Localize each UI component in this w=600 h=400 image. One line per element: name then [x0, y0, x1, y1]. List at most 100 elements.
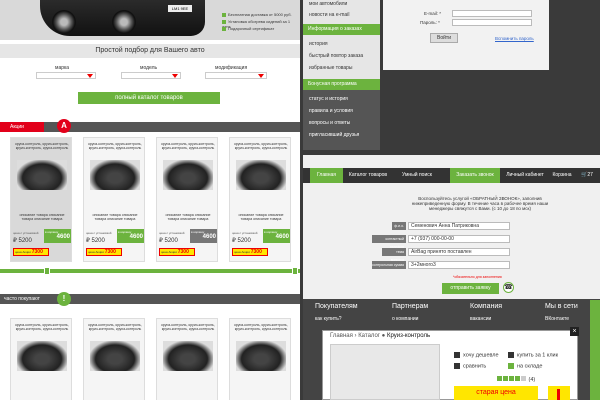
benefit-delivery: Бесплатная доставка от 5000 руб.	[222, 12, 292, 17]
license-plate: LM1 9EE	[168, 5, 192, 12]
product-card[interactable]: круиз-контроль, круиз-контроль, круиз-ко…	[10, 318, 72, 400]
footer-col-social: Мы в сети	[545, 303, 578, 310]
menu-heading-orders[interactable]: Информация о заказах	[303, 24, 380, 35]
old-price: старая цена	[454, 386, 538, 400]
product-title: круиз-контроль, круиз-контроль, круиз-ко…	[161, 142, 215, 151]
footer-link[interactable]: ВКонтакте	[545, 316, 569, 322]
check-icon	[508, 363, 514, 369]
product-image	[90, 341, 140, 371]
forgot-password-link[interactable]: Вспомнить пароль	[495, 36, 534, 41]
menu-item-invited-friends[interactable]: пригласивший друзья	[309, 132, 359, 138]
sale-flag	[548, 386, 570, 400]
product-card[interactable]: круиз-контроль, круиз-контроль, круиз-ко…	[83, 137, 145, 262]
product-desc: описание товара описание товара описание…	[165, 213, 211, 222]
menu-heading-bonus[interactable]: Бонусная программа	[303, 79, 380, 90]
crumb-home[interactable]: Главная	[330, 333, 353, 339]
password-label: Пароль: *	[420, 20, 440, 25]
product-image	[163, 160, 213, 190]
login-button[interactable]: Войти	[430, 33, 458, 43]
product-image	[236, 160, 286, 190]
add-to-cart-button[interactable]: в корзину 4600	[263, 229, 290, 243]
slider-thumb[interactable]	[44, 267, 50, 275]
menu-item-favorites[interactable]: избранные товары	[309, 65, 353, 71]
slider-thumb[interactable]	[292, 267, 298, 275]
rating-count: (4)	[528, 377, 536, 383]
benefit-certificate: Подарочный сертификат	[222, 26, 274, 31]
star-icon	[509, 376, 514, 381]
menu-item-rules[interactable]: правила и условия	[309, 108, 353, 114]
make-label: марка	[55, 65, 70, 71]
model-label: модель	[140, 65, 158, 71]
product-image	[330, 344, 440, 400]
menu-item-repeat-order[interactable]: быстрый повтор заказа	[309, 53, 363, 59]
footer-link[interactable]: как купить?	[315, 316, 342, 322]
close-icon[interactable]: ×	[570, 327, 579, 336]
crumb-catalog[interactable]: Каталог	[358, 333, 380, 339]
nav-smart-search[interactable]: Умный поиск	[395, 168, 439, 183]
send-request-button[interactable]: отправить заявку	[442, 283, 499, 294]
callback-text: Воспользуйтесь услугой «ОБРАТНЫЙ ЗВОНОК»…	[411, 196, 549, 212]
email-field[interactable]	[452, 10, 532, 17]
full-catalog-button[interactable]: полный каталог товаров	[78, 92, 220, 104]
price-label: цена с установкой	[159, 231, 185, 235]
sale-badge: цена Акции 7300	[13, 248, 49, 256]
email-label: E-mail: *	[424, 11, 442, 16]
car-wheel-front	[52, 10, 76, 34]
cart-price: 4600	[202, 234, 216, 240]
product-title: круиз-контроль, круиз-контроль, круиз-ко…	[88, 323, 142, 332]
nav-callback[interactable]: Заказать звонок	[450, 168, 500, 183]
add-to-cart-button[interactable]: в корзину 4600	[44, 229, 71, 243]
menu-item-faq[interactable]: вопросы и ответы	[309, 120, 350, 126]
sale-label: цена Акции	[88, 250, 104, 254]
price-label: цена с установкой	[13, 231, 39, 235]
menu-item-cars[interactable]: мои автомобили	[309, 1, 347, 7]
subject-field[interactable]: AirBag принято поставлен	[408, 248, 510, 256]
footer-link[interactable]: о компании	[392, 316, 418, 322]
name-field[interactable]: Семенович Анна Патриковна	[408, 222, 510, 230]
nav-cart[interactable]: Корзина	[548, 168, 576, 183]
cart-price: 4600	[56, 234, 70, 240]
option-label: хочу дешевле	[463, 352, 499, 359]
rating: (4)	[497, 376, 535, 383]
product-price: ₽ 5200	[232, 238, 251, 244]
password-field[interactable]	[452, 19, 532, 26]
sale-badge: цена Акции 7300	[86, 248, 122, 256]
menu-item-bonus-status[interactable]: статус и история	[309, 96, 348, 102]
product-card[interactable]: круиз-контроль, круиз-контроль, круиз-ко…	[156, 137, 218, 262]
product-card[interactable]: круиз-контроль, круиз-контроль, круиз-ко…	[229, 137, 291, 262]
product-card[interactable]: круиз-контроль, круиз-контроль, круиз-ко…	[156, 318, 218, 400]
checkbox-icon	[454, 352, 460, 358]
chevron-down-icon	[172, 74, 178, 78]
product-card[interactable]: круиз-контроль, круиз-контроль, круиз-ко…	[229, 318, 291, 400]
add-to-cart-button[interactable]: в корзину 4600	[190, 229, 217, 243]
nav-home[interactable]: Главная	[310, 168, 343, 183]
menu-item-email-news[interactable]: новости на e-mail	[309, 12, 349, 18]
in-stock-indicator: на складе	[508, 363, 542, 369]
cart-count[interactable]: 🛒27	[578, 168, 596, 183]
phone-field[interactable]: +7 (937) 000-00-00	[408, 235, 510, 243]
nav-account[interactable]: Личный кабинет	[505, 168, 545, 183]
product-card[interactable]: круиз-контроль, круиз-контроль, круиз-ко…	[10, 137, 72, 262]
product-price: ₽ 5200	[13, 238, 32, 244]
compare-option[interactable]: сравнить	[454, 363, 486, 369]
name-label: ф.и.о.	[392, 222, 406, 230]
product-title: круиз-контроль, круиз-контроль, круиз-ко…	[161, 323, 215, 332]
product-image	[90, 160, 140, 190]
want-cheaper-option[interactable]: хочу дешевле	[454, 352, 499, 358]
checkbox-icon	[508, 352, 514, 358]
product-card[interactable]: круиз-контроль, круиз-контроль, круиз-ко…	[83, 318, 145, 400]
nav-catalog[interactable]: Каталог товаров	[346, 168, 390, 183]
promo-label: Акции	[0, 122, 44, 132]
captcha-field[interactable]: 3+2много3	[408, 261, 510, 269]
add-to-cart-button[interactable]: в корзину 4600	[117, 229, 144, 243]
sale-label: цена Акции	[15, 250, 31, 254]
footer-link[interactable]: вакансии	[470, 316, 491, 322]
chevron-down-icon	[87, 74, 93, 78]
product-title: круиз-контроль, круиз-контроль, круиз-ко…	[88, 142, 142, 151]
product-title: круиз-контроль, круиз-контроль, круиз-ко…	[234, 142, 288, 151]
captcha-label: контрольная сумма	[372, 261, 406, 269]
menu-item-history[interactable]: история	[309, 41, 328, 47]
checkbox-icon	[454, 363, 460, 369]
sale-price: 7300	[31, 249, 43, 255]
buy-one-click-option[interactable]: купить за 1 клик	[508, 352, 558, 358]
